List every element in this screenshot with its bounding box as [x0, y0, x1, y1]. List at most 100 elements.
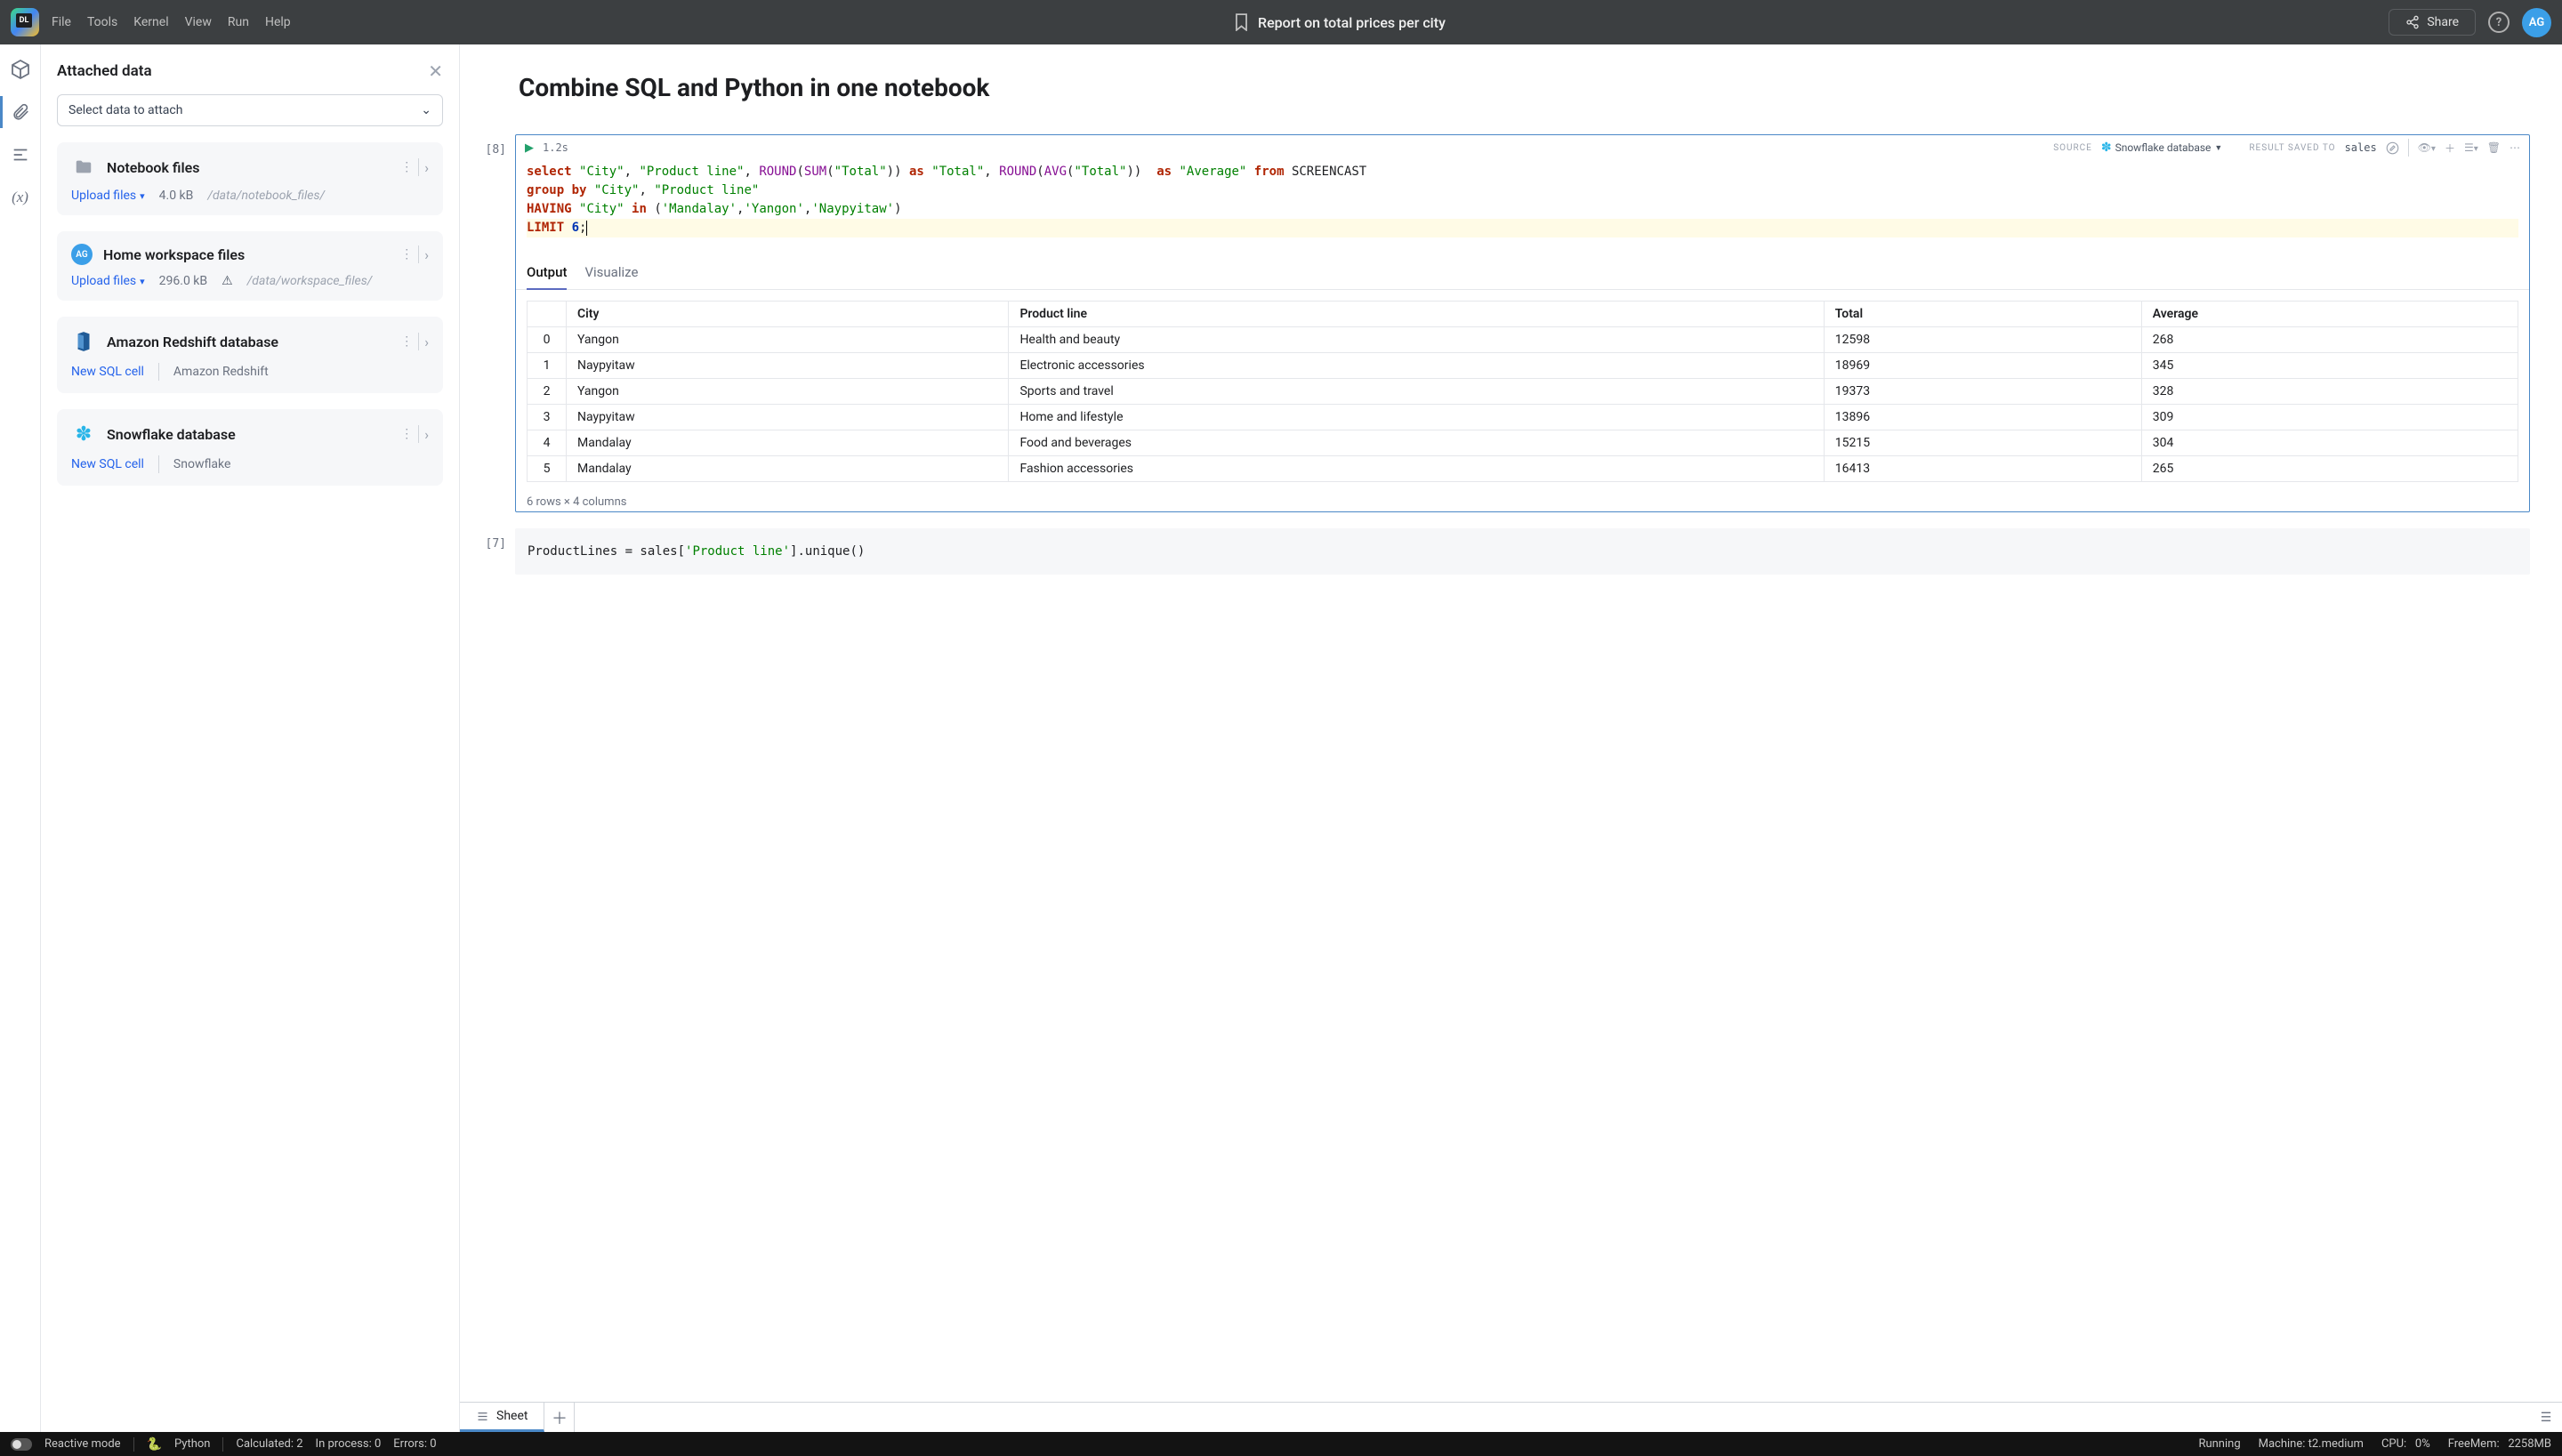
sheet-tabs: Sheet ＋ ☰ — [460, 1402, 2562, 1432]
menu-file[interactable]: File — [52, 15, 71, 29]
delete-icon[interactable]: 🗑 — [2487, 141, 2501, 154]
menu-help[interactable]: Help — [265, 15, 291, 29]
expand-icon[interactable]: › — [424, 246, 429, 263]
sql-cell[interactable]: ▶ 1.2s SOURCE ✽Snowflake database ▼ RESU… — [515, 134, 2530, 512]
expand-icon[interactable]: › — [424, 426, 429, 443]
table-footer: 6 rows × 4 columns — [516, 493, 2529, 511]
more-icon[interactable]: ⋯ — [2510, 141, 2520, 154]
table-cell: Yangon — [567, 379, 1009, 405]
more-icon[interactable]: ⋮ — [400, 247, 413, 261]
card-redshift: Amazon Redshift database ⋮ › New SQL cel… — [57, 317, 443, 393]
warning-icon[interactable]: ⚠ — [222, 274, 233, 288]
select-data-dropdown[interactable]: Select data to attach ⌄ — [57, 94, 443, 126]
table-header — [528, 302, 567, 327]
new-sql-cell-link[interactable]: New SQL cell — [71, 365, 144, 379]
reactive-toggle[interactable] — [11, 1438, 32, 1451]
upload-files-link[interactable]: Upload files ▾ — [71, 189, 145, 203]
notebook-title[interactable]: Combine SQL and Python in one notebook — [519, 73, 2530, 102]
cell-number: [7] — [478, 528, 506, 575]
help-button[interactable]: ? — [2488, 12, 2510, 33]
rail-cube-icon[interactable] — [8, 57, 33, 82]
user-avatar[interactable]: AG — [2522, 8, 2551, 37]
cell-toolbar: ▶ 1.2s SOURCE ✽Snowflake database ▼ RESU… — [516, 135, 2529, 158]
more-icon[interactable]: ⋮ — [400, 160, 413, 174]
card-title: Snowflake database — [107, 426, 390, 443]
table-row[interactable]: 1NaypyitawElectronic accessories18969345 — [528, 353, 2518, 379]
rail-outline-icon[interactable] — [8, 142, 33, 167]
table-cell: 345 — [2141, 353, 2518, 379]
run-cell-button[interactable]: ▶ — [525, 141, 534, 155]
close-panel-button[interactable]: ✕ — [428, 60, 443, 82]
select-placeholder: Select data to attach — [68, 103, 182, 117]
card-title: Home workspace files — [103, 246, 390, 263]
rail-attach-icon[interactable] — [8, 100, 33, 125]
table-cell: 5 — [528, 456, 567, 482]
file-path: /data/notebook_files/ — [207, 189, 325, 203]
sql-code-editor[interactable]: select "City", "Product line", ROUND(SUM… — [516, 158, 2529, 248]
table-cell: 304 — [2141, 430, 2518, 456]
upload-files-link[interactable]: Upload files ▾ — [71, 274, 145, 288]
python-icon: 🐍 — [147, 1437, 162, 1452]
table-cell: Sports and travel — [1009, 379, 1824, 405]
sheet-menu-icon[interactable]: ☰ — [2530, 1403, 2562, 1432]
table-cell: 13896 — [1824, 405, 2141, 430]
machine-status: Machine: t2.medium — [2259, 1437, 2364, 1451]
cell-number: [8] — [478, 134, 506, 512]
table-cell: 15215 — [1824, 430, 2141, 456]
menu-tools[interactable]: Tools — [87, 15, 117, 29]
tab-visualize[interactable]: Visualize — [584, 264, 638, 289]
inprocess-status: In process: 0 — [316, 1437, 382, 1451]
more-icon[interactable]: ⋮ — [400, 427, 413, 441]
table-cell: Naypyitaw — [567, 353, 1009, 379]
table-row[interactable]: 4MandalayFood and beverages15215304 — [528, 430, 2518, 456]
calculated-status: Calculated: 2 — [236, 1437, 302, 1451]
topbar: DL File Tools Kernel View Run Help Repor… — [0, 0, 2562, 44]
rail-variable-icon[interactable]: (x) — [8, 185, 33, 210]
expand-icon[interactable]: › — [424, 334, 429, 350]
table-cell: 268 — [2141, 327, 2518, 353]
chevron-down-icon: ▾ — [140, 276, 145, 287]
menu-run[interactable]: Run — [228, 15, 249, 29]
new-sql-cell-link[interactable]: New SQL cell — [71, 457, 144, 471]
mem-label: FreeMem: — [2448, 1437, 2500, 1451]
python-code-editor[interactable]: ProductLines = sales['Product line'].uni… — [528, 544, 2518, 559]
snowflake-icon: ✽ — [2101, 141, 2112, 155]
bookmark-icon[interactable] — [1234, 13, 1249, 31]
kernel-name[interactable]: Python — [174, 1437, 210, 1451]
table-row[interactable]: 3NaypyitawHome and lifestyle13896309 — [528, 405, 2518, 430]
table-cell: Yangon — [567, 327, 1009, 353]
sheet-icon — [476, 1410, 489, 1423]
table-cell: 328 — [2141, 379, 2518, 405]
more-icon[interactable]: ⋮ — [400, 334, 413, 349]
visibility-icon[interactable]: 👁▾ — [2418, 141, 2436, 154]
table-row[interactable]: 5MandalayFashion accessories16413265 — [528, 456, 2518, 482]
document-title[interactable]: Report on total prices per city — [1258, 14, 1446, 31]
python-cell[interactable]: ProductLines = sales['Product line'].uni… — [515, 528, 2530, 575]
table-header: Average — [2141, 302, 2518, 327]
snowflake-icon: ✽ — [71, 422, 96, 446]
table-header: Product line — [1009, 302, 1824, 327]
table-cell: 18969 — [1824, 353, 2141, 379]
table-row[interactable]: 2YangonSports and travel19373328 — [528, 379, 2518, 405]
share-button[interactable]: Share — [2389, 9, 2476, 36]
share-icon — [2405, 15, 2420, 29]
table-cell: Electronic accessories — [1009, 353, 1824, 379]
menu-kernel[interactable]: Kernel — [133, 15, 168, 29]
result-variable[interactable]: sales — [2345, 141, 2377, 154]
sheet-tab[interactable]: Sheet — [460, 1403, 544, 1432]
app-logo: DL — [11, 8, 39, 36]
edit-icon[interactable] — [2386, 141, 2399, 155]
tab-output[interactable]: Output — [527, 264, 567, 290]
table-row[interactable]: 0YangonHealth and beauty12598268 — [528, 327, 2518, 353]
table-cell: 2 — [528, 379, 567, 405]
db-kind: Amazon Redshift — [173, 365, 269, 379]
menu-view[interactable]: View — [185, 15, 212, 29]
expand-icon[interactable]: › — [424, 159, 429, 176]
source-dropdown[interactable]: ✽Snowflake database ▼ — [2101, 141, 2223, 155]
add-sheet-button[interactable]: ＋ — [544, 1403, 575, 1432]
cell-7: [7] ProductLines = sales['Product line']… — [478, 528, 2530, 575]
layers-icon[interactable]: ☰▾ — [2464, 141, 2478, 154]
cell-8: [8] ▶ 1.2s SOURCE ✽Snowflake database ▼ … — [478, 134, 2530, 512]
add-icon[interactable]: ＋ — [2445, 141, 2455, 156]
result-label: RESULT SAVED TO — [2249, 143, 2335, 153]
